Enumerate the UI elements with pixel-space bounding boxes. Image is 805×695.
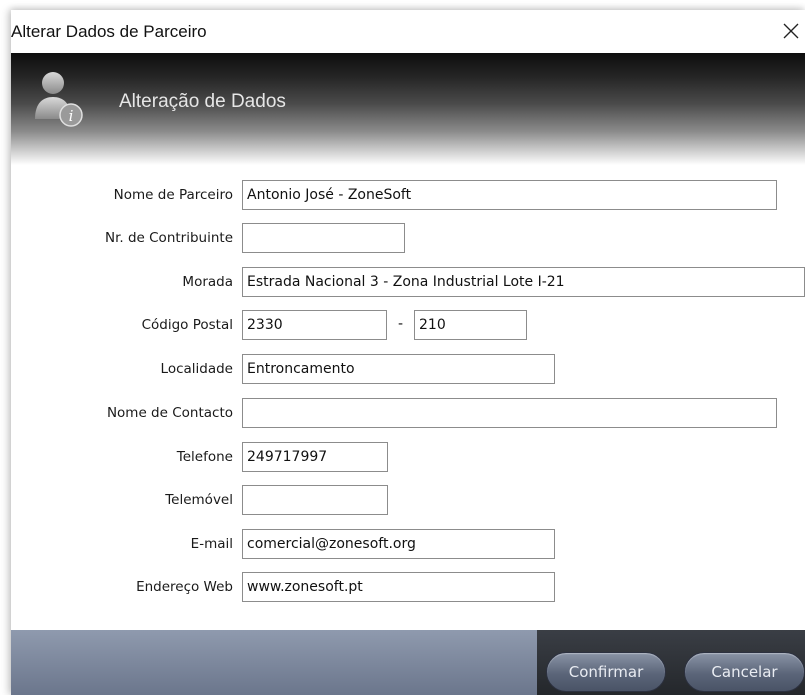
label-email: E-mail [190, 536, 233, 552]
svg-text:i: i [69, 107, 74, 125]
row-telefone: Telefone 249717997 [11, 442, 805, 474]
label-morada: Morada [182, 274, 233, 290]
row-web: Endereço Web www.zonesoft.pt [11, 572, 805, 604]
web-input[interactable]: www.zonesoft.pt [242, 572, 555, 602]
row-codigo-postal: Código Postal 2330 - 210 [11, 310, 805, 342]
label-localidade: Localidade [160, 361, 233, 377]
nome-contacto-input[interactable] [242, 398, 777, 428]
row-nome-contacto: Nome de Contacto [11, 398, 805, 430]
nome-parceiro-input[interactable]: Antonio José - ZoneSoft [242, 180, 777, 210]
codigo-postal-input-1[interactable]: 2330 [242, 310, 387, 340]
row-telemovel: Telemóvel [11, 485, 805, 517]
codigo-postal-input-2[interactable]: 210 [414, 310, 527, 340]
telefone-input[interactable]: 249717997 [242, 442, 388, 472]
row-nif: Nr. de Contribuinte [11, 223, 805, 255]
row-email: E-mail comercial@zonesoft.org [11, 529, 805, 561]
header-banner: i Alteração de Dados [11, 53, 805, 165]
title-bar: Alterar Dados de Parceiro [11, 10, 805, 53]
codigo-postal-separator: - [398, 316, 404, 332]
morada-input[interactable]: Estrada Nacional 3 - Zona Industrial Lot… [242, 267, 805, 297]
user-info-icon: i [35, 72, 83, 127]
row-morada: Morada Estrada Nacional 3 - Zona Industr… [11, 267, 805, 299]
cancel-button[interactable]: Cancelar [684, 652, 805, 692]
footer-bar: Confirmar Cancelar [11, 630, 805, 695]
close-button[interactable] [777, 16, 805, 46]
email-input[interactable]: comercial@zonesoft.org [242, 529, 555, 559]
header-title: Alteração de Dados [119, 91, 286, 112]
label-web: Endereço Web [136, 579, 233, 595]
row-localidade: Localidade Entroncamento [11, 354, 805, 386]
close-icon [783, 23, 799, 39]
label-codigo-postal: Código Postal [141, 317, 233, 333]
telemovel-input[interactable] [242, 485, 388, 515]
localidade-input[interactable]: Entroncamento [242, 354, 555, 384]
row-nome-parceiro: Nome de Parceiro Antonio José - ZoneSoft [11, 180, 805, 212]
nif-input[interactable] [242, 223, 405, 253]
label-nome-parceiro: Nome de Parceiro [113, 187, 233, 203]
label-telefone: Telefone [176, 449, 233, 465]
label-nome-contacto: Nome de Contacto [106, 405, 233, 421]
window-title: Alterar Dados de Parceiro [11, 22, 207, 41]
footer-left-panel [11, 630, 537, 695]
label-nif: Nr. de Contribuinte [104, 230, 233, 246]
dialog-window: Alterar Dados de Parceiro i Alteração de… [11, 10, 805, 695]
label-telemovel: Telemóvel [165, 492, 233, 508]
confirm-button[interactable]: Confirmar [546, 652, 666, 692]
